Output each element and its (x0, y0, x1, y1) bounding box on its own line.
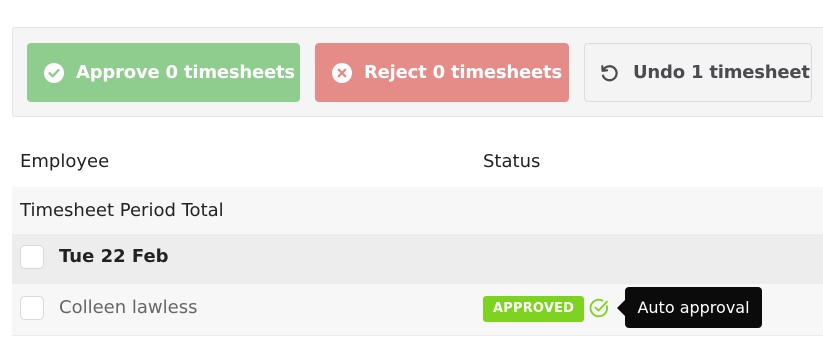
bulk-action-toolbar: Approve 0 timesheets Reject 0 timesheets… (12, 27, 823, 117)
reject-button-label: Reject 0 timesheets (364, 62, 562, 83)
check-circle-icon (44, 62, 64, 83)
undo-button-label: Undo 1 timesheet (633, 62, 810, 83)
status-badge: APPROVED (483, 296, 585, 322)
row-checkbox[interactable] (20, 296, 44, 320)
reject-timesheets-button[interactable]: Reject 0 timesheets (315, 43, 569, 102)
approve-button-label: Approve 0 timesheets (76, 62, 295, 83)
approve-timesheets-button[interactable]: Approve 0 timesheets (27, 43, 300, 102)
date-group-label: Tue 22 Feb (59, 246, 169, 267)
tooltip-text: Auto approval (637, 298, 750, 317)
status-column-header: Status (483, 151, 541, 172)
date-group-checkbox[interactable] (20, 245, 44, 269)
undo-timesheet-button[interactable]: Undo 1 timesheet (584, 43, 812, 102)
period-total-label: Timesheet Period Total (20, 200, 224, 221)
table-row[interactable]: Colleen lawless APPROVED Auto approval (12, 284, 823, 336)
date-group-row: Tue 22 Feb (12, 234, 823, 284)
undo-icon (601, 64, 618, 81)
employee-name: Colleen lawless (59, 297, 198, 318)
x-circle-icon (332, 62, 352, 83)
auto-approval-tooltip: Auto approval (617, 287, 762, 328)
period-total-row: Timesheet Period Total (12, 187, 823, 234)
employee-column-header: Employee (20, 151, 110, 172)
check-circle-outline-icon[interactable] (589, 298, 609, 318)
